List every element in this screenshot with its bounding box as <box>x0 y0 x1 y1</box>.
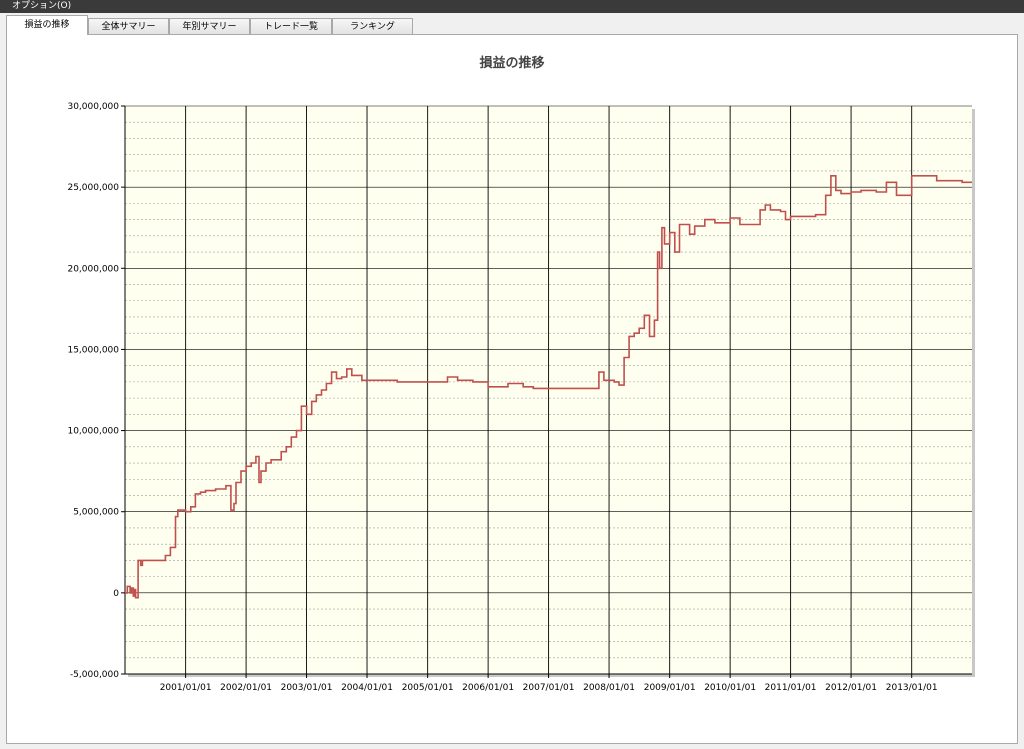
pnl-chart: 損益の推移 -5,000,000 0 5,000,000 10,000,000 15,0… <box>67 55 975 693</box>
x-tick-label: 2007/01/01 <box>523 683 575 693</box>
y-tick-label: 0 <box>113 589 119 599</box>
x-tick-label: 2008/01/01 <box>583 683 635 693</box>
x-tick-label: 2002/01/01 <box>220 683 272 693</box>
x-tick-label: 2010/01/01 <box>704 683 756 693</box>
x-tick-label: 2013/01/01 <box>886 683 938 693</box>
x-tick-label: 2001/01/01 <box>160 683 212 693</box>
tab-pnl-trend[interactable]: 損益の推移 <box>6 15 88 35</box>
x-tick-label: 2003/01/01 <box>281 683 333 693</box>
y-tick-label: -5,000,000 <box>70 670 119 680</box>
x-tick-label: 2006/01/01 <box>462 683 514 693</box>
y-tick-label: 10,000,000 <box>67 427 119 437</box>
y-tick-label: 30,000,000 <box>67 102 119 112</box>
x-tick-label: 2005/01/01 <box>402 683 454 693</box>
x-tick-label: 2012/01/01 <box>825 683 877 693</box>
y-tick-label: 15,000,000 <box>67 345 119 355</box>
y-tick-label: 5,000,000 <box>73 508 119 518</box>
x-tick-label: 2009/01/01 <box>644 683 696 693</box>
y-tick-label: 25,000,000 <box>67 183 119 193</box>
chart-title: 損益の推移 <box>479 55 544 71</box>
y-tick-label: 20,000,000 <box>67 264 119 274</box>
plot-area: -5,000,000 0 5,000,000 10,000,000 15,000,000… <box>67 102 975 693</box>
x-tick-label: 2004/01/01 <box>341 683 393 693</box>
x-tick-label: 2011/01/01 <box>765 683 817 693</box>
